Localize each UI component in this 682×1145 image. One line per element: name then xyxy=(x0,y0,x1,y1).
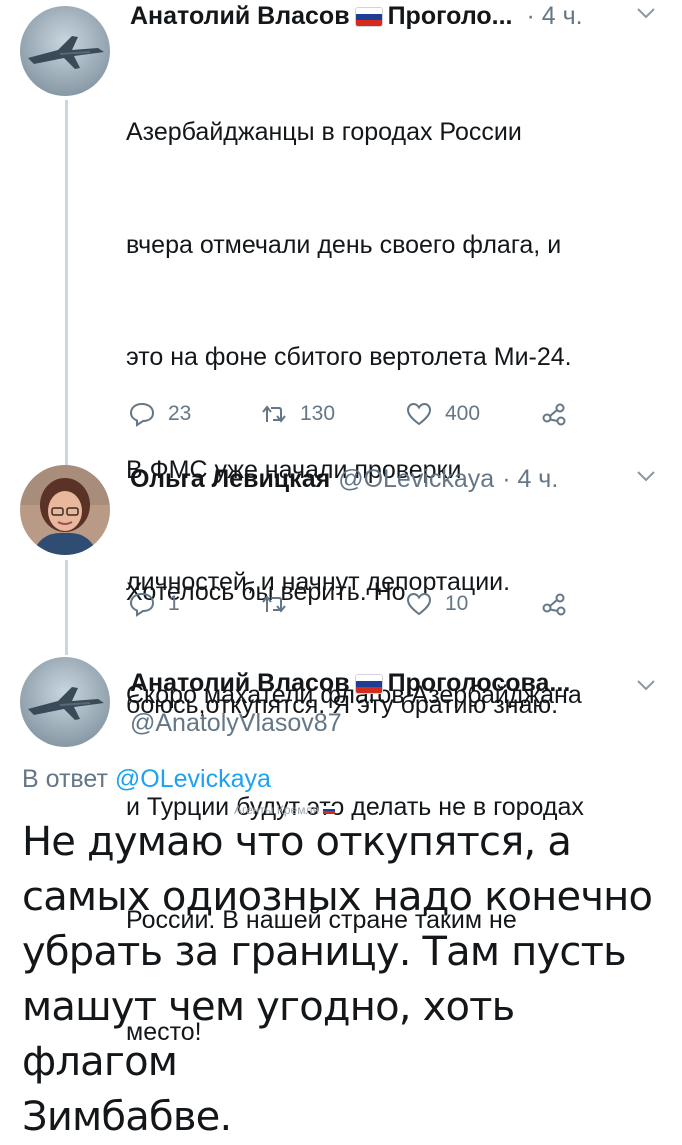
retweet-button[interactable]: 130 xyxy=(260,400,335,428)
russian-flag-icon xyxy=(355,7,382,26)
share-button[interactable] xyxy=(540,400,580,428)
text-line: машут чем угодно, хоть флагом xyxy=(22,984,515,1085)
tweet-actions: 23 130 400 xyxy=(0,398,682,430)
author-name[interactable]: Анатолий Власов xyxy=(130,669,350,698)
text-line: это на фоне сбитого вертолета Ми-24. xyxy=(126,343,572,371)
author-name-suffix[interactable]: Проголосова... xyxy=(388,669,571,698)
reply-prefix: В ответ xyxy=(22,765,108,793)
chevron-down-icon[interactable] xyxy=(636,463,656,489)
author-name[interactable]: Анатолий Власов xyxy=(130,2,350,31)
retweet-icon xyxy=(262,405,286,423)
jet-fighter-avatar[interactable] xyxy=(20,6,110,96)
chevron-down-icon[interactable] xyxy=(636,672,656,698)
retweet-button[interactable] xyxy=(260,590,300,618)
reply-handle-link[interactable]: @OLevickaya xyxy=(115,765,271,793)
author-handle[interactable]: @OLevickaya xyxy=(338,465,494,494)
text-line: Зимбабве. xyxy=(22,1094,232,1140)
reply-icon xyxy=(129,592,155,617)
reply-button[interactable]: 1 xyxy=(128,590,180,618)
text-line: Не думаю что откупятся, а xyxy=(22,819,572,865)
share-icon xyxy=(542,403,566,426)
text-line: убрать за границу. Там пусть xyxy=(22,929,627,975)
tweet-time[interactable]: · 4 ч. xyxy=(526,2,582,31)
woman-portrait-avatar[interactable] xyxy=(20,465,110,555)
russian-flag-icon xyxy=(322,806,335,814)
reply-context: В ответ @OLevickaya xyxy=(22,765,271,794)
tweet-header: Анатолий Власов Проголо... · 4 ч. xyxy=(130,2,583,31)
tweet-header: Анатолий Власов Проголосова... xyxy=(130,669,570,698)
tweet-header: Ольга Левицкая @OLevickaya · 4 ч. xyxy=(130,465,558,494)
tweet-actions: 1 10 xyxy=(0,588,682,620)
like-button[interactable]: 400 xyxy=(405,400,480,428)
russian-flag-icon xyxy=(355,674,382,693)
reply-count: 1 xyxy=(168,592,180,615)
heart-icon xyxy=(406,402,432,426)
share-icon xyxy=(542,593,566,616)
like-button[interactable]: 10 xyxy=(405,590,468,618)
author-handle[interactable]: @AnatolyVlasov87 xyxy=(130,709,342,738)
author-name-suffix[interactable]: Проголо... xyxy=(388,2,513,31)
like-count: 400 xyxy=(445,402,481,425)
retweet-icon xyxy=(262,595,286,613)
tweet-time[interactable]: · 4 ч. xyxy=(502,465,558,494)
chevron-down-icon[interactable] xyxy=(636,0,656,26)
retweet-count: 130 xyxy=(300,402,336,425)
share-button[interactable] xyxy=(540,590,580,618)
tweet-header-handle: @AnatolyVlasov87 xyxy=(130,709,342,738)
like-count: 10 xyxy=(445,592,469,615)
reply-button[interactable]: 23 xyxy=(128,400,191,428)
heart-icon xyxy=(406,592,432,616)
text-line: самых одиозных надо конечно xyxy=(22,874,653,920)
author-name[interactable]: Ольга Левицкая xyxy=(130,465,330,494)
tweet-text: Не думаю что откупятся, а самых одиозных… xyxy=(22,815,672,1145)
text-line: вчера отмечали день своего флага, и xyxy=(126,230,562,259)
reply-icon xyxy=(129,402,155,427)
text-line: Азербайджанцы в городах России xyxy=(126,118,522,146)
jet-fighter-avatar[interactable] xyxy=(20,657,110,747)
tweet-text: Хотелось бы верить. Но боюсь,откупятся. … xyxy=(126,499,676,799)
reply-count: 23 xyxy=(168,402,192,425)
